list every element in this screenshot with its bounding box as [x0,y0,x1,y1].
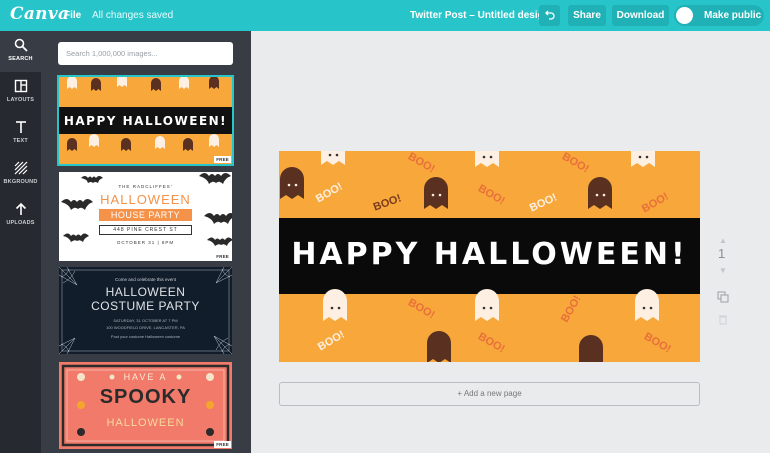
page-up-icon[interactable]: ▲ [719,236,727,245]
template-title-2: HOUSE PARTY [110,210,181,220]
design-canvas[interactable]: BOO! BOO! BOO! BOO! BOO! BOO! BOO! BOO! … [279,151,700,362]
template-title-1: HALLOWEEN [105,285,186,299]
layouts-icon [14,79,27,93]
rail-item-layouts[interactable]: LAYOUTS [0,72,41,113]
template-title-2: COSTUME PARTY [91,299,200,313]
template-details-2: 100 WOODFIELD DRIVE, LANCASTER, PA [106,325,185,330]
free-badge: FREE [214,156,231,163]
rail-item-background[interactable]: BKGROUND [0,154,41,195]
template-kicker: Come and celebrate this event [114,277,177,282]
delete-page-icon[interactable] [718,314,728,325]
template-date: OCTOBER 31 | 8PM [116,240,175,245]
image-search-input[interactable] [58,42,233,65]
document-title[interactable]: Twitter Post – Untitled design [410,10,550,21]
undo-button[interactable] [539,5,560,26]
make-public-label: Make public [704,10,762,21]
duplicate-page-icon[interactable] [717,291,729,303]
canvas-headline[interactable]: HAPPY HALLOWEEN! [279,237,700,272]
rail-label: BKGROUND [3,179,38,185]
template-line-1: HAVE A [123,372,168,382]
template-panel: HAPPY HALLOWEEN! FREE THE RADCLIFFES' HA… [41,31,251,453]
canva-logo[interactable]: Canva [10,4,69,24]
tool-rail: SEARCH LAYOUTS TEXT BKGROUND UPLOADS [0,31,41,453]
template-spooky-halloween[interactable]: HAVE A SPOOKY HALLOWEEN FREE [59,362,232,449]
rail-label: SEARCH [8,56,33,62]
search-icon [14,38,28,52]
rail-item-text[interactable]: TEXT [0,113,41,154]
save-status: All changes saved [92,10,174,21]
template-line-3: HALLOWEEN [106,417,185,429]
text-icon [15,121,26,133]
rail-item-search[interactable]: SEARCH [0,31,41,72]
file-menu[interactable]: File [64,10,81,21]
free-badge: FREE [214,253,231,260]
page-number: 1 [718,246,726,261]
undo-icon [544,10,555,20]
template-kicker: THE RADCLIFFES' [118,184,173,189]
template-address: 448 PINE CREST ST [99,225,192,235]
template-costume-party[interactable]: Come and celebrate this event HALLOWEEN … [59,267,232,354]
page-down-icon[interactable]: ▼ [719,266,727,275]
download-button[interactable]: Download [612,5,669,26]
template-title: HAPPY HALLOWEEN! [63,114,228,128]
rail-label: TEXT [13,138,28,144]
template-title-1: HALLOWEEN [100,192,191,207]
add-page-button[interactable]: + Add a new page [279,382,700,406]
toggle-knob [676,7,693,24]
make-public-toggle[interactable]: Make public [674,5,764,26]
top-bar: Canva File All changes saved Twitter Pos… [0,0,770,31]
rail-label: UPLOADS [6,220,35,226]
template-happy-halloween[interactable]: HAPPY HALLOWEEN! FREE [57,75,234,166]
house-party-band: HOUSE PARTY [99,209,192,221]
upload-icon [15,202,26,215]
template-house-party[interactable]: THE RADCLIFFES' HALLOWEEN HOUSE PARTY 44… [59,172,232,261]
template-details-3: Post your costume Halloween costume [110,334,181,339]
template-line-2: SPOOKY [99,386,192,408]
rail-label: LAYOUTS [6,97,35,103]
rail-item-uploads[interactable]: UPLOADS [0,195,41,236]
free-badge: FREE [214,441,231,448]
template-details: SATURDAY, 31 OCTOBER AT 7 PM [113,318,178,323]
background-icon [14,161,27,175]
share-button[interactable]: Share [568,5,606,26]
